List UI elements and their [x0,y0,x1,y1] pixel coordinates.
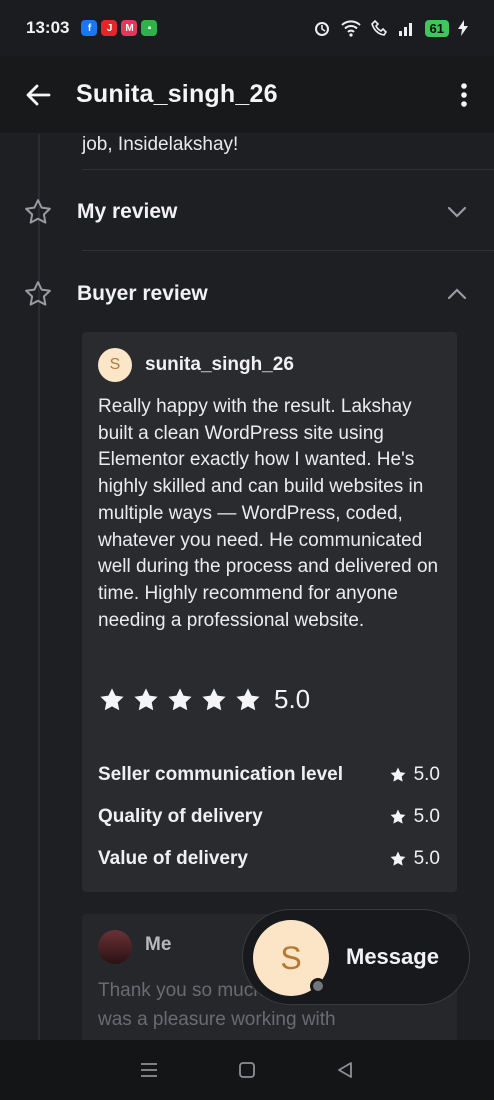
avatar [98,930,132,964]
buyer-review-toggle[interactable]: Buyer review [0,264,494,324]
status-dot [310,978,326,994]
star-icon [390,767,406,782]
message-button[interactable]: S Message [242,909,470,1005]
sub-rating-label: Quality of delivery [98,806,263,827]
more-options-button[interactable] [434,82,494,108]
chevron-up-icon [447,288,467,300]
star-icon [202,687,226,710]
battery-indicator: 61 [424,19,449,37]
myntra-icon: M [121,20,138,36]
star-icon [390,809,406,824]
rating-value: 5.0 [274,684,311,714]
message-label: Message [346,944,439,969]
triangle-back-icon [338,1062,352,1078]
more-vertical-icon [461,82,467,107]
charging-icon [458,20,468,36]
jio-icon: J [101,20,118,36]
reviewer-name: sunita_singh_26 [145,354,294,375]
system-nav-bar [0,1040,494,1100]
star-outline-icon [25,199,51,224]
reply-author: Me [145,934,172,955]
alarm-icon [314,22,329,36]
sub-rating-number: 5.0 [413,806,440,827]
app-notification-icon: ▪ [141,20,158,36]
sub-rating-label: Seller communication level [98,764,343,785]
sub-rating-number: 5.0 [413,764,440,785]
star-outline-icon [25,281,51,306]
divider [82,169,494,170]
star-rating [98,686,268,714]
square-icon [239,1062,255,1078]
sub-rating-row: Quality of delivery 5.0 [98,806,440,828]
star-icon [100,687,124,710]
avatar: S [98,348,132,382]
previous-message-text: job, Insidelakshay! [82,134,239,155]
sub-rating-row: Seller communication level 5.0 [98,764,440,786]
status-bar: 13:03 f J M ▪ 61 [0,0,494,56]
sub-rating-value: 5.0 [389,764,440,786]
page-title: Sunita_singh_26 [76,80,278,108]
sub-rating-value: 5.0 [389,806,440,828]
sub-rating-number: 5.0 [413,848,440,869]
star-icon [236,687,260,710]
facebook-icon: f [81,20,98,36]
my-review-label: My review [77,200,178,223]
signal-icon [398,23,412,36]
app-header: Sunita_singh_26 [0,56,494,134]
star-icon [134,687,158,710]
chevron-down-icon [447,206,467,218]
menu-icon [141,1063,157,1077]
home-button[interactable] [232,1055,262,1085]
recents-button[interactable] [134,1055,164,1085]
buyer-review-card: S sunita_singh_26 Really happy with the … [82,332,457,892]
call-icon [370,19,387,36]
sub-rating-value: 5.0 [389,848,440,870]
back-nav-button[interactable] [330,1055,360,1085]
star-icon [390,851,406,866]
my-review-toggle[interactable]: My review [0,182,494,242]
overall-rating: 5.0 [98,684,310,715]
conversation-scroll-area[interactable]: job, Insidelakshay! My review Buyer revi… [0,134,494,1040]
sub-rating-label: Value of delivery [98,848,248,869]
review-text: Really happy with the result. Lakshay bu… [98,396,439,631]
star-icon [168,687,192,710]
wifi-icon [340,20,361,37]
reviewer-info: S sunita_singh_26 [98,348,294,382]
arrow-left-icon [26,84,51,105]
sub-rating-row: Value of delivery 5.0 [98,848,440,870]
divider [82,250,494,251]
back-button[interactable] [0,82,76,108]
status-time: 13:03 [26,18,70,37]
buyer-review-label: Buyer review [77,282,208,305]
